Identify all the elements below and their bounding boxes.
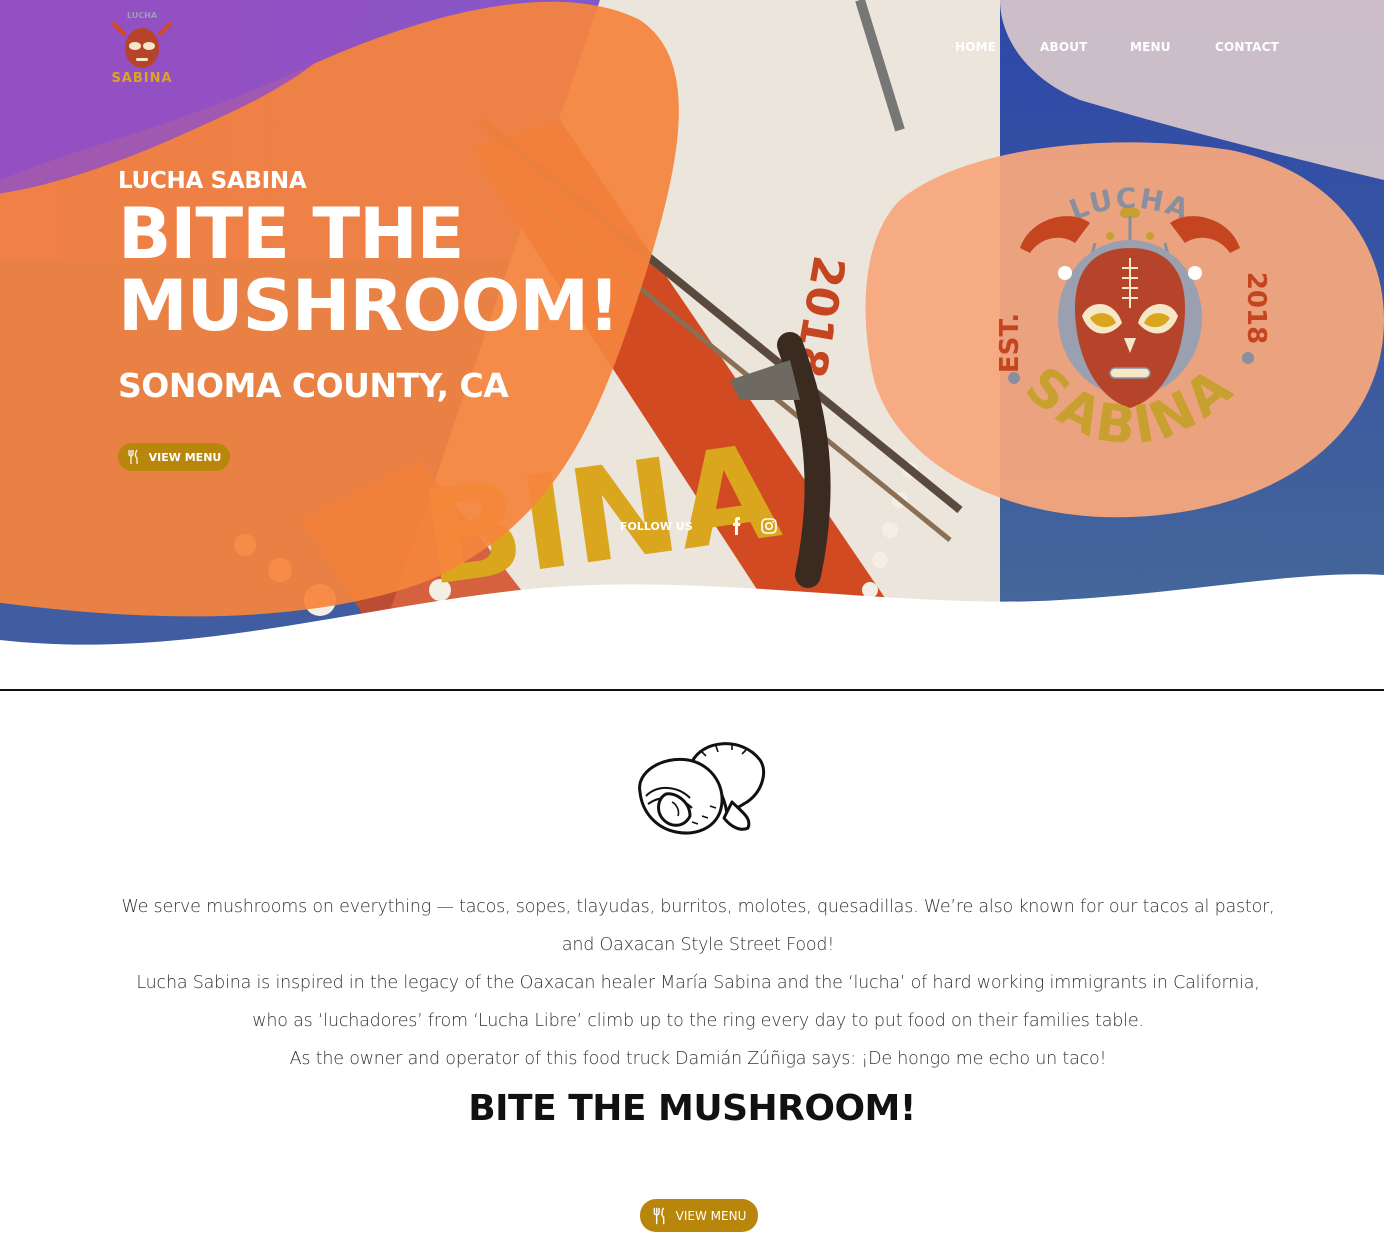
hero-section: BINA 2018 LUCHA SABINA HOME ABOUT MENU C…: [0, 0, 1384, 690]
nav-contact[interactable]: CONTACT: [1215, 40, 1279, 54]
fork-knife-icon: [652, 1206, 666, 1226]
instagram-icon[interactable]: [759, 516, 779, 536]
nav-menu[interactable]: MENU: [1130, 40, 1171, 54]
hero-location: SONOMA COUNTY, CA: [118, 366, 509, 405]
logo-lettering: LUCHA: [127, 11, 158, 20]
fork-knife-icon: [127, 449, 139, 465]
follow-label: FOLLOW US: [620, 519, 693, 533]
about-paragraph-3: As the owner and operator of this food t…: [289, 1049, 1107, 1069]
about-title: BITE THE MUSHROOM!: [468, 1088, 916, 1129]
follow-us: FOLLOW US: [620, 516, 791, 536]
about-description: We serve mushrooms on everything — tacos…: [120, 888, 1276, 1078]
hero-view-menu-label: VIEW MENU: [148, 450, 222, 464]
about-paragraph-2: Lucha Sabina is inspired in the legacy o…: [136, 973, 1260, 1031]
section-divider: [0, 689, 1384, 691]
svg-text:2018: 2018: [1241, 272, 1270, 344]
nav-about[interactable]: ABOUT: [1040, 40, 1088, 54]
mushroom-illustration: [632, 732, 768, 844]
hero-title: BITE THE MUSHROOM!: [118, 193, 620, 347]
about-paragraph-1: We serve mushrooms on everything — tacos…: [121, 897, 1275, 955]
about-view-menu-label: VIEW MENU: [675, 1208, 747, 1223]
svg-text:EST.: EST.: [995, 313, 1025, 373]
facebook-icon[interactable]: [727, 516, 747, 536]
about-view-menu-button[interactable]: VIEW MENU: [640, 1199, 758, 1232]
hero-text-block: LUCHA SABINA BITE THE MUSHROOM! SONOMA C…: [118, 168, 620, 405]
hero-view-menu-button[interactable]: VIEW MENU: [118, 443, 230, 471]
main-nav: HOME ABOUT MENU CONTACT: [0, 40, 1384, 60]
svg-text:SABINA: SABINA: [111, 71, 172, 86]
nav-home[interactable]: HOME: [955, 40, 996, 54]
hero-brand: LUCHA SABINA: [118, 168, 307, 194]
lucha-sabina-emblem: LUCHA EST. 2018 SABINA: [990, 168, 1271, 484]
